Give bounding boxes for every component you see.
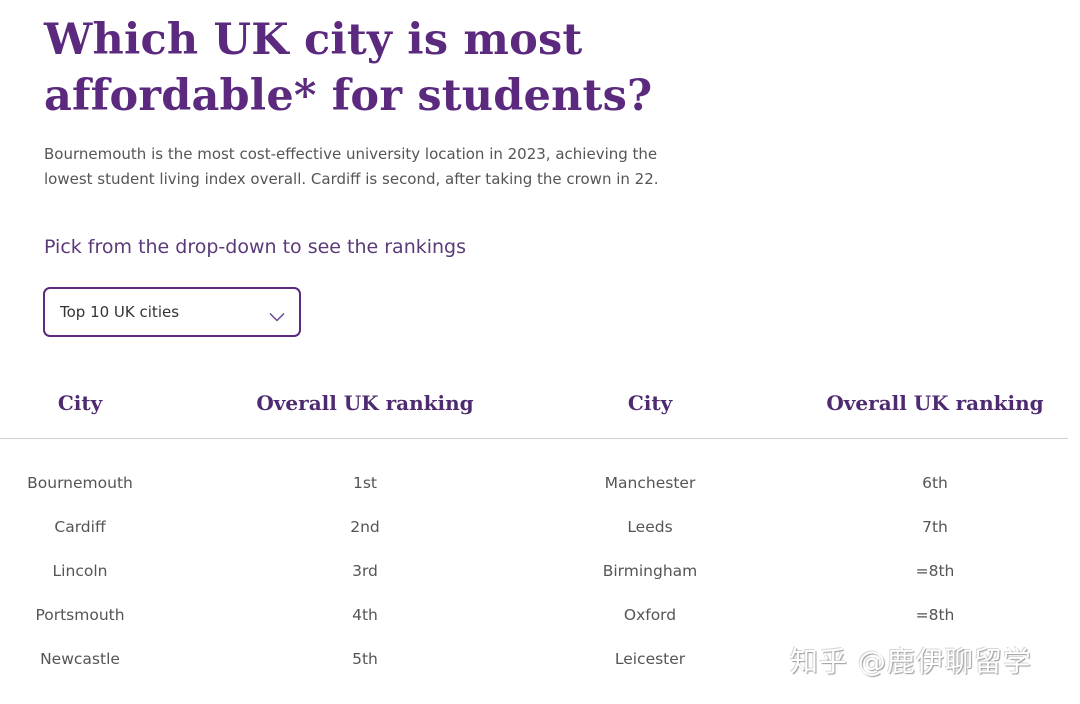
table-row: Lincoln 3rd Birmingham =8th xyxy=(0,558,1068,602)
column-header-city-right: City xyxy=(627,391,673,415)
rank-cell: =8th xyxy=(915,562,955,580)
intro-line-2: lowest student living index overall. Car… xyxy=(44,170,659,188)
column-header-ranking-left: Overall UK ranking xyxy=(256,391,474,415)
page-title-line-2: affordable* for students? xyxy=(44,71,653,121)
rank-cell: 1st xyxy=(352,474,378,492)
city-cell: Birmingham xyxy=(602,562,698,580)
rank-cell: 7th xyxy=(922,518,948,536)
rankings-table-body: Bournemouth 1st Manchester 6th Cardiff 2… xyxy=(0,470,1068,690)
table-row: Portsmouth 4th Oxford =8th xyxy=(0,602,1068,646)
city-cell: Newcastle xyxy=(40,650,120,668)
column-header-city-left: City xyxy=(57,391,103,415)
rank-cell: 4th xyxy=(352,606,378,624)
rankings-dropdown[interactable]: Top 10 UK cities xyxy=(43,287,301,337)
rank-cell: 6th xyxy=(922,474,948,492)
rankings-table-header: City Overall UK ranking City Overall UK … xyxy=(0,385,1068,439)
city-cell: Cardiff xyxy=(54,518,106,536)
chevron-down-icon xyxy=(269,307,285,322)
page-title: Which UK city is most affordable* for st… xyxy=(44,12,652,124)
city-cell: Leicester xyxy=(614,650,686,668)
intro-line-1: Bournemouth is the most cost-effective u… xyxy=(44,145,658,163)
rank-cell: 3rd xyxy=(352,562,378,580)
dropdown-label: Pick from the drop-down to see the ranki… xyxy=(44,236,467,258)
city-cell: Portsmouth xyxy=(35,606,125,624)
page-title-line-1: Which UK city is most xyxy=(44,15,583,65)
column-header-ranking-right: Overall UK ranking xyxy=(826,391,1044,415)
dropdown-selected-value: Top 10 UK cities xyxy=(60,303,180,321)
table-row: Cardiff 2nd Leeds 7th xyxy=(0,514,1068,558)
city-cell: Oxford xyxy=(623,606,677,624)
city-cell: Lincoln xyxy=(52,562,108,580)
city-cell: Manchester xyxy=(604,474,696,492)
table-row: Newcastle 5th Leicester xyxy=(0,646,1068,690)
intro-text: Bournemouth is the most cost-effective u… xyxy=(44,142,724,192)
city-cell: Leeds xyxy=(627,518,673,536)
city-cell: Bournemouth xyxy=(27,474,133,492)
table-row: Bournemouth 1st Manchester 6th xyxy=(0,470,1068,514)
rank-cell: 5th xyxy=(352,650,378,668)
rank-cell: 2nd xyxy=(350,518,380,536)
rank-cell: =8th xyxy=(915,606,955,624)
